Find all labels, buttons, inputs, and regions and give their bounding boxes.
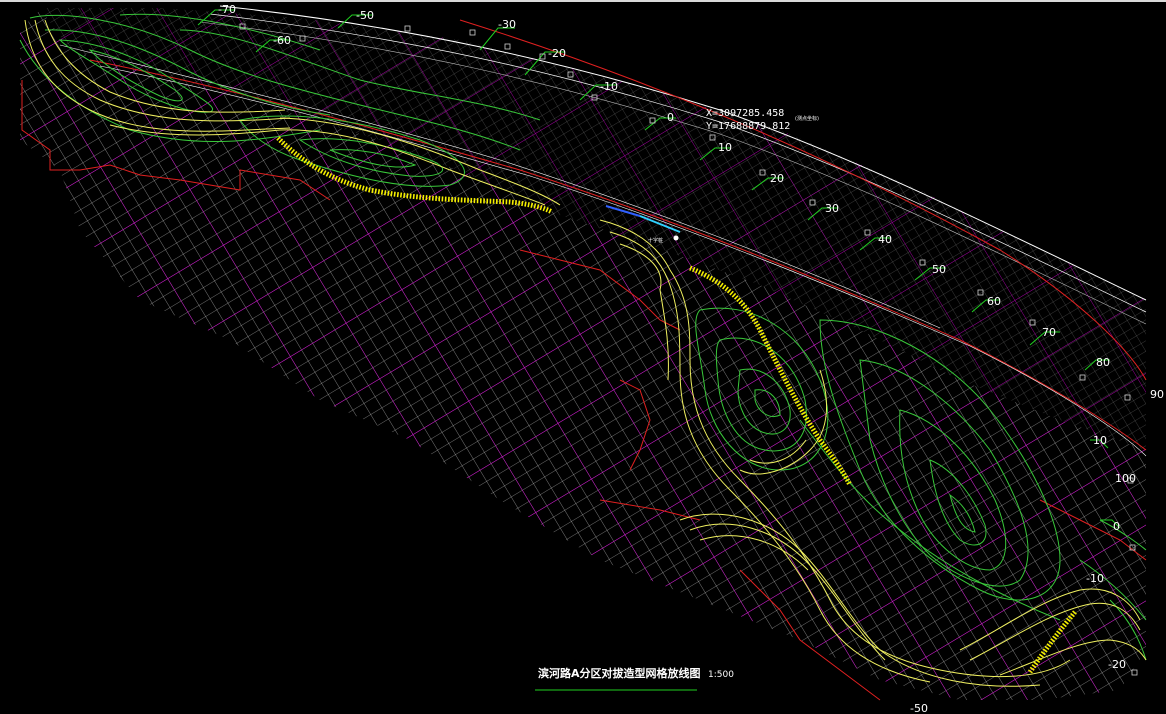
station-label: 10 [718,141,732,154]
station-label: 60 [987,295,1001,308]
viewport-top-border [0,0,1166,2]
station-label: 70 [1042,326,1056,339]
station-label: -60 [273,34,291,47]
drawing-scale: 1:500 [708,670,734,680]
station-label: -20 [1108,658,1126,671]
station-label: 40 [878,233,892,246]
station-label: -20 [548,47,566,60]
center-tag: 十字桩 [648,237,663,244]
coordinate-y-label: Y=17688879.812 [706,121,790,132]
station-label: 10 [1093,434,1107,447]
station-label: 80 [1096,356,1110,369]
station-label: -30 [498,18,516,31]
station-label: 0 [1113,520,1120,533]
station-label: 30 [825,202,839,215]
station-label: -50 [910,702,928,714]
station-label: -10 [600,80,618,93]
drawing-title: 滨河路A分区对拔造型网格放线图 [538,666,701,680]
station-label: 90 [1150,388,1164,401]
cad-drawing-canvas[interactable]: -70 -60 -50 -30 -20 -10 0 10 20 30 40 50… [0,0,1166,714]
station-label: 100 [1115,472,1136,485]
station-label: -70 [218,3,236,16]
station-label: -50 [356,9,374,22]
station-label: 20 [770,172,784,185]
coordinate-x-label: X=3097285.458 [706,108,784,119]
title-block: 滨河路A分区对拔造型网格放线图 1:500 [535,666,734,691]
coordinate-note: (测点坐标) [795,115,819,122]
station-label: -10 [1086,572,1104,585]
station-label: 0 [667,111,674,124]
station-label: 50 [932,263,946,276]
